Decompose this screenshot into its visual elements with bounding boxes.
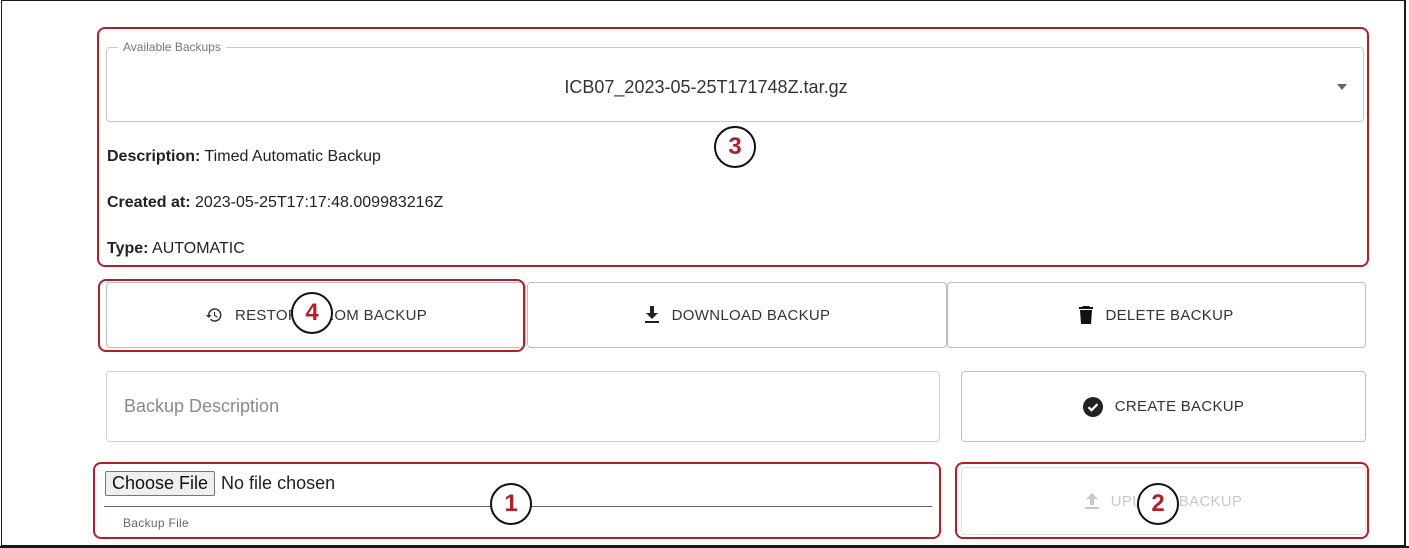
available-backups-legend: Available Backups xyxy=(118,40,226,54)
callout-badge-2: 2 xyxy=(1137,483,1179,525)
delete-label: DELETE BACKUP xyxy=(1105,306,1234,324)
download-label: DOWNLOAD BACKUP xyxy=(671,306,831,324)
delete-backup-button[interactable]: DELETE BACKUP xyxy=(947,282,1366,348)
created-at-value: 2023-05-25T17:17:48.009983216Z xyxy=(195,194,444,211)
created-at-line: Created at: 2023-05-25T17:17:48.00998321… xyxy=(107,194,443,212)
description-value: Timed Automatic Backup xyxy=(204,148,381,165)
description-label: Description: xyxy=(107,148,201,165)
backup-file-field: Choose File No file chosen xyxy=(105,471,335,496)
create-label: CREATE BACKUP xyxy=(1114,398,1245,415)
upload-icon xyxy=(1084,493,1099,509)
description-line: Description: Timed Automatic Backup xyxy=(107,148,381,166)
trash-icon xyxy=(1079,306,1094,324)
created-at-label: Created at: xyxy=(107,194,191,211)
check-circle-icon xyxy=(1082,396,1103,417)
type-label: Type: xyxy=(107,240,149,257)
download-icon xyxy=(644,306,660,324)
dropdown-caret-icon[interactable] xyxy=(1337,84,1347,90)
create-backup-button[interactable]: CREATE BACKUP xyxy=(961,371,1366,442)
backup-file-label: Backup File xyxy=(123,516,189,530)
file-status-text: No file chosen xyxy=(221,473,336,493)
choose-file-button[interactable]: Choose File xyxy=(105,471,216,496)
type-line: Type: AUTOMATIC xyxy=(107,240,245,258)
callout-badge-3: 3 xyxy=(714,126,756,168)
callout-badge-1: 1 xyxy=(490,483,532,525)
download-backup-button[interactable]: DOWNLOAD BACKUP xyxy=(527,282,947,348)
backup-description-input[interactable] xyxy=(106,371,940,442)
callout-badge-4: 4 xyxy=(291,292,333,334)
selected-backup-value[interactable]: ICB07_2023-05-25T171748Z.tar.gz xyxy=(106,77,1306,98)
restore-history-icon xyxy=(205,306,223,324)
type-value: AUTOMATIC xyxy=(152,240,245,257)
